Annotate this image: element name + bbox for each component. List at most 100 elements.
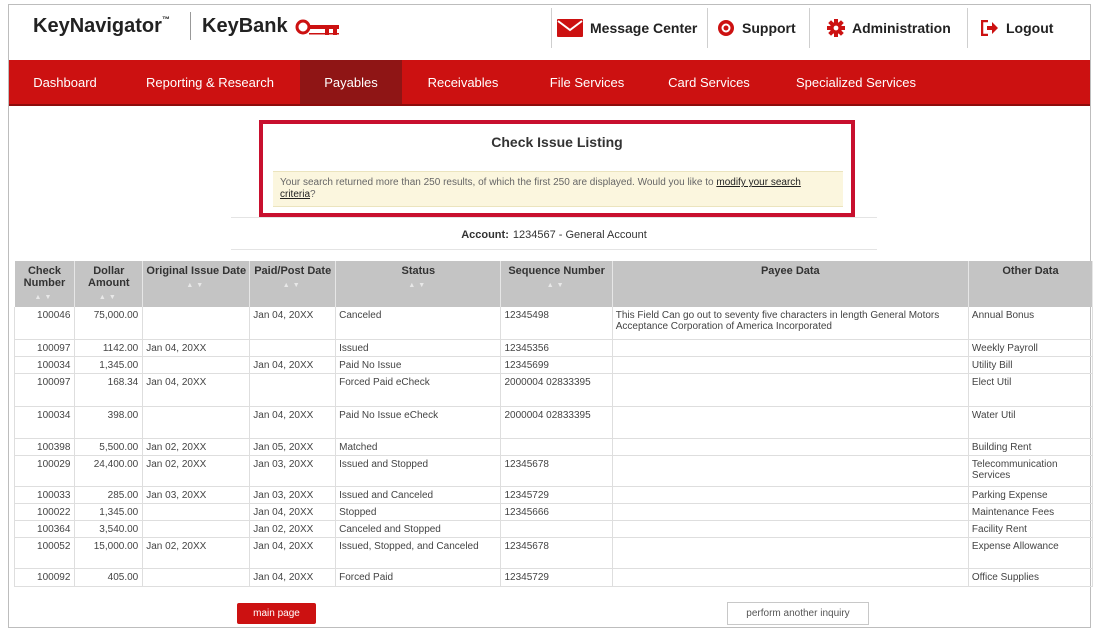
issue-date-cell: Jan 02, 20XX xyxy=(142,537,251,569)
column-header-original-issue-date[interactable]: Original Issue Date ▲▼ xyxy=(142,261,251,307)
message-center-link[interactable]: Message Center xyxy=(557,13,697,43)
table-row[interactable]: 100022 1,345.00 Jan 04, 20XX Stopped 1234566… xyxy=(13,503,1094,521)
support-link[interactable]: Support xyxy=(717,13,796,43)
column-header-other-data: Other Data xyxy=(968,261,1094,307)
issue-date-cell: Jan 02, 20XX xyxy=(142,455,251,487)
perform-another-inquiry-button[interactable]: perform another inquiry xyxy=(727,602,869,625)
sort-arrows-icon[interactable]: ▲▼ xyxy=(250,280,335,292)
sequence-number-cell: 12345678 xyxy=(500,537,613,569)
keynavigator-logo[interactable]: KeyNavigator™ xyxy=(33,15,170,38)
nav-file-services[interactable]: File Services xyxy=(524,60,650,104)
dollar-amount-cell: 75,000.00 xyxy=(74,307,144,340)
payee-data-cell xyxy=(612,503,969,521)
logout-link[interactable]: Logout xyxy=(981,13,1053,43)
dollar-amount-cell: 1,345.00 xyxy=(74,356,144,374)
envelope-icon xyxy=(557,19,583,37)
table-row[interactable]: 100398 5,500.00 Jan 02, 20XX Jan 05, 20XX Ma… xyxy=(13,438,1094,456)
nav-card-services[interactable]: Card Services xyxy=(650,60,768,104)
sequence-number-cell xyxy=(500,438,613,456)
issue-date-cell: Jan 03, 20XX xyxy=(142,486,251,504)
lifebuoy-icon xyxy=(717,19,735,37)
nav-reporting-research[interactable]: Reporting & Research xyxy=(121,60,299,104)
account-value: 1234567 - General Account xyxy=(512,229,647,241)
page-title: Check Issue Listing xyxy=(491,134,623,150)
main-page-button[interactable]: main page xyxy=(237,603,316,624)
divider xyxy=(231,249,877,250)
other-data-cell: Expense Allowance xyxy=(968,537,1094,569)
other-data-cell: Building Rent xyxy=(968,438,1094,456)
column-header-status[interactable]: Status ▲▼ xyxy=(335,261,502,307)
sequence-number-cell: 12345729 xyxy=(500,568,613,587)
other-data-cell: Water Util xyxy=(968,406,1094,439)
status-cell: Issued, Stopped, and Canceled xyxy=(335,537,502,569)
nav-receivables[interactable]: Receivables xyxy=(402,60,524,104)
dollar-amount-cell: 398.00 xyxy=(74,406,144,439)
table-row[interactable]: 100052 15,000.00 Jan 02, 20XX Jan 04, 20XX I… xyxy=(13,537,1094,569)
sort-arrows-icon[interactable]: ▲▼ xyxy=(501,280,611,292)
sort-arrows-icon[interactable]: ▲▼ xyxy=(75,292,142,304)
payee-data-cell xyxy=(612,455,969,487)
nav-specialized-services[interactable]: Specialized Services xyxy=(768,60,944,104)
check-issue-alert: Check Issue Listing Your search returned… xyxy=(259,120,855,217)
sequence-number-cell: 12345729 xyxy=(500,486,613,504)
keybank-logo[interactable]: KeyBank xyxy=(202,15,288,38)
column-header-paid-post-date[interactable]: Paid/Post Date ▲▼ xyxy=(249,261,337,307)
status-cell: Canceled xyxy=(335,307,502,340)
table-row[interactable]: 100029 24,400.00 Jan 02, 20XX Jan 03, 20XX I… xyxy=(13,455,1094,487)
dollar-amount-cell: 405.00 xyxy=(74,568,144,587)
sequence-number-cell: 2000004 02833395 xyxy=(500,406,613,439)
header-divider xyxy=(809,8,810,48)
top-header: KeyNavigator™ KeyBank Message Center Sup… xyxy=(9,5,1090,57)
payee-data-cell: This Field Can go out to seventy five ch… xyxy=(612,307,969,340)
column-header-dollar-amount[interactable]: Dollar Amount ▲▼ xyxy=(74,261,144,307)
administration-link[interactable]: Administration xyxy=(827,13,951,43)
issue-date-cell: Jan 04, 20XX xyxy=(142,339,251,357)
table-body: 100046 75,000.00 Jan 04, 20XX Canceled 12345… xyxy=(13,307,1094,587)
table-row[interactable]: 100097 168.34 Jan 04, 20XX Forced Paid eChe… xyxy=(13,373,1094,407)
key-icon xyxy=(295,19,339,35)
table-row[interactable]: 100034 398.00 Jan 04, 20XX Paid No Issue eC… xyxy=(13,406,1094,439)
other-data-cell: Telecommunication Services xyxy=(968,455,1094,487)
administration-label: Administration xyxy=(852,20,951,36)
payee-data-cell xyxy=(612,356,969,374)
dollar-amount-cell: 5,500.00 xyxy=(74,438,144,456)
support-label: Support xyxy=(742,20,796,36)
table-row[interactable]: 100092 405.00 Jan 04, 20XX Forced Paid 12345… xyxy=(13,568,1094,587)
sort-arrows-icon[interactable]: ▲▼ xyxy=(143,280,249,292)
column-header-sequence-number[interactable]: Sequence Number ▲▼ xyxy=(500,261,613,307)
sequence-number-cell xyxy=(500,520,613,538)
status-cell: Paid No Issue eCheck xyxy=(335,406,502,439)
issue-date-cell xyxy=(142,307,251,340)
check-issue-table: Check Number ▲▼ Dollar Amount ▲▼ Original … xyxy=(13,261,1094,587)
nav-dashboard[interactable]: Dashboard xyxy=(9,60,121,104)
sequence-number-cell: 12345678 xyxy=(500,455,613,487)
dollar-amount-cell: 24,400.00 xyxy=(74,455,144,487)
table-row[interactable]: 100364 3,540.00 Jan 02, 20XX Canceled and S… xyxy=(13,520,1094,538)
sort-arrows-icon[interactable]: ▲▼ xyxy=(15,292,75,304)
payee-data-cell xyxy=(612,486,969,504)
issue-date-cell xyxy=(142,503,251,521)
check-number-cell: 100398 xyxy=(13,438,76,456)
check-number-cell: 100092 xyxy=(13,568,76,587)
table-row[interactable]: 100046 75,000.00 Jan 04, 20XX Canceled 12345… xyxy=(13,307,1094,340)
results-limit-suffix: ? xyxy=(310,189,316,200)
issue-date-cell: Jan 02, 20XX xyxy=(142,438,251,456)
status-cell: Stopped xyxy=(335,503,502,521)
gear-icon xyxy=(827,19,845,37)
check-number-cell: 100097 xyxy=(13,339,76,357)
table-row[interactable]: 100097 1142.00 Jan 04, 20XX Issued 12345356 W… xyxy=(13,339,1094,357)
paid-date-cell: Jan 04, 20XX xyxy=(249,568,337,587)
payee-data-cell xyxy=(612,568,969,587)
issue-date-cell xyxy=(142,356,251,374)
table-row[interactable]: 100033 285.00 Jan 03, 20XX Jan 03, 20XX Issu… xyxy=(13,486,1094,504)
payee-data-cell xyxy=(612,438,969,456)
check-number-cell: 100029 xyxy=(13,455,76,487)
sort-arrows-icon[interactable]: ▲▼ xyxy=(336,280,500,292)
nav-payables[interactable]: Payables xyxy=(300,60,402,104)
sequence-number-cell: 12345498 xyxy=(500,307,613,340)
column-header-check-number[interactable]: Check Number ▲▼ xyxy=(14,261,76,307)
check-number-cell: 100033 xyxy=(13,486,76,504)
issue-date-cell: Jan 04, 20XX xyxy=(142,373,251,407)
table-row[interactable]: 100034 1,345.00 Jan 04, 20XX Paid No Issue 1… xyxy=(13,356,1094,374)
logout-icon xyxy=(981,20,999,36)
